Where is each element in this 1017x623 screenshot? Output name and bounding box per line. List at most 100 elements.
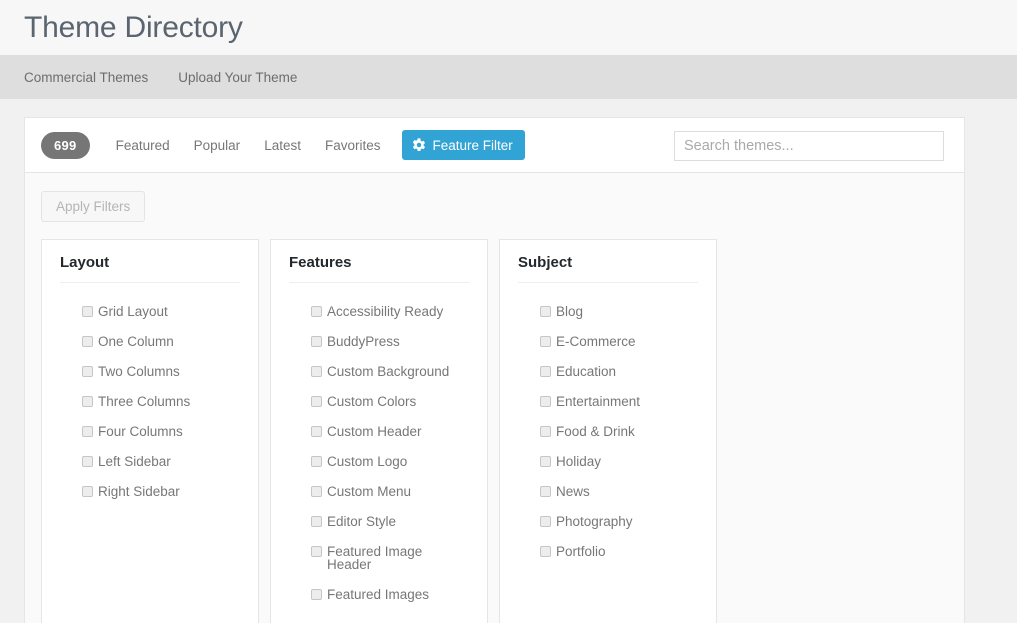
checkbox-one-column[interactable] bbox=[82, 336, 93, 347]
primary-navbar: Commercial Themes Upload Your Theme bbox=[0, 55, 1017, 99]
checkbox-news[interactable] bbox=[540, 486, 551, 497]
checkbox-featured-images[interactable] bbox=[311, 589, 322, 600]
filter-option[interactable]: Left Sidebar bbox=[82, 455, 240, 468]
checkbox-custom-colors[interactable] bbox=[311, 396, 322, 407]
theme-count-badge: 699 bbox=[41, 131, 90, 159]
filter-option-label: Photography bbox=[556, 514, 633, 529]
filter-option[interactable]: News bbox=[540, 485, 698, 498]
filter-option[interactable]: Custom Logo bbox=[311, 455, 469, 468]
filter-option[interactable]: Education bbox=[540, 365, 698, 378]
filter-option-label: Custom Logo bbox=[327, 454, 408, 469]
filter-option[interactable]: Editor Style bbox=[311, 515, 469, 528]
filter-option-label: Two Columns bbox=[98, 364, 180, 379]
filter-group-title: Layout bbox=[60, 254, 240, 283]
filter-option-label: E-Commerce bbox=[556, 334, 636, 349]
filter-option[interactable]: Featured Image Header bbox=[311, 545, 469, 571]
checkbox-grid-layout[interactable] bbox=[82, 306, 93, 317]
checkbox-custom-menu[interactable] bbox=[311, 486, 322, 497]
filter-option-label: One Column bbox=[98, 334, 174, 349]
checkbox-editor-style[interactable] bbox=[311, 516, 322, 527]
filter-group-title: Subject bbox=[518, 254, 698, 283]
filter-option-list: Blog E-Commerce Education Entertainment … bbox=[518, 305, 698, 558]
filter-option[interactable]: Custom Header bbox=[311, 425, 469, 438]
filter-option[interactable]: Portfolio bbox=[540, 545, 698, 558]
filter-option-label: Food & Drink bbox=[556, 424, 635, 439]
checkbox-custom-header[interactable] bbox=[311, 426, 322, 437]
filter-option-label: Grid Layout bbox=[98, 304, 168, 319]
search-form bbox=[674, 131, 944, 161]
filter-option[interactable]: Photography bbox=[540, 515, 698, 528]
filter-option[interactable]: Grid Layout bbox=[82, 305, 240, 318]
filter-option[interactable]: Featured Images bbox=[311, 588, 469, 601]
filter-option-list: Accessibility Ready BuddyPress Custom Ba… bbox=[289, 305, 469, 601]
filter-option-list: Grid Layout One Column Two Columns Three… bbox=[60, 305, 240, 498]
nav-link-commercial-themes[interactable]: Commercial Themes bbox=[24, 70, 148, 85]
filter-option[interactable]: Right Sidebar bbox=[82, 485, 240, 498]
filter-bar: 699 Featured Popular Latest Favorites Fe… bbox=[24, 117, 965, 173]
checkbox-education[interactable] bbox=[540, 366, 551, 377]
checkbox-e-commerce[interactable] bbox=[540, 336, 551, 347]
checkbox-buddypress[interactable] bbox=[311, 336, 322, 347]
filter-option-label: Accessibility Ready bbox=[327, 304, 444, 319]
checkbox-two-columns[interactable] bbox=[82, 366, 93, 377]
filter-option[interactable]: E-Commerce bbox=[540, 335, 698, 348]
checkbox-blog[interactable] bbox=[540, 306, 551, 317]
checkbox-accessibility-ready[interactable] bbox=[311, 306, 322, 317]
filter-option-label: Left Sidebar bbox=[98, 454, 171, 469]
filter-option[interactable]: Two Columns bbox=[82, 365, 240, 378]
filter-option-label: Right Sidebar bbox=[98, 484, 180, 499]
checkbox-portfolio[interactable] bbox=[540, 546, 551, 557]
checkbox-custom-background[interactable] bbox=[311, 366, 322, 377]
filter-option[interactable]: Blog bbox=[540, 305, 698, 318]
browse-link-favorites[interactable]: Favorites bbox=[313, 132, 393, 159]
checkbox-food-and-drink[interactable] bbox=[540, 426, 551, 437]
filter-group-features: Features Accessibility Ready BuddyPress … bbox=[270, 239, 488, 623]
filter-option-label: Custom Menu bbox=[327, 484, 412, 499]
checkbox-featured-image-header[interactable] bbox=[311, 546, 322, 557]
filter-group-layout: Layout Grid Layout One Column Two Column… bbox=[41, 239, 259, 623]
browse-link-popular[interactable]: Popular bbox=[182, 132, 253, 159]
filter-option-label: Custom Background bbox=[327, 364, 450, 379]
feature-filter-label: Feature Filter bbox=[432, 137, 513, 153]
filter-option[interactable]: BuddyPress bbox=[311, 335, 469, 348]
checkbox-holiday[interactable] bbox=[540, 456, 551, 467]
checkbox-four-columns[interactable] bbox=[82, 426, 93, 437]
filter-group-title: Features bbox=[289, 254, 469, 283]
checkbox-custom-logo[interactable] bbox=[311, 456, 322, 467]
filter-option[interactable]: Custom Menu bbox=[311, 485, 469, 498]
filter-groups: Layout Grid Layout One Column Two Column… bbox=[41, 239, 948, 623]
filter-option[interactable]: Three Columns bbox=[82, 395, 240, 408]
filter-option-label: Portfolio bbox=[556, 544, 606, 559]
checkbox-left-sidebar[interactable] bbox=[82, 456, 93, 467]
filter-option[interactable]: Entertainment bbox=[540, 395, 698, 408]
browse-link-featured[interactable]: Featured bbox=[104, 132, 182, 159]
filter-option[interactable]: One Column bbox=[82, 335, 240, 348]
checkbox-three-columns[interactable] bbox=[82, 396, 93, 407]
filter-option[interactable]: Accessibility Ready bbox=[311, 305, 469, 318]
nav-link-upload-your-theme[interactable]: Upload Your Theme bbox=[178, 70, 297, 85]
theme-browser: 699 Featured Popular Latest Favorites Fe… bbox=[24, 117, 965, 623]
filter-option[interactable]: Food & Drink bbox=[540, 425, 698, 438]
filter-option[interactable]: Four Columns bbox=[82, 425, 240, 438]
filter-option-label: Three Columns bbox=[98, 394, 191, 409]
feature-filter-button[interactable]: Feature Filter bbox=[401, 130, 525, 160]
filter-option-label: Four Columns bbox=[98, 424, 183, 439]
site-masthead: Theme Directory bbox=[0, 0, 1017, 55]
filter-option-label: Featured Images bbox=[327, 587, 430, 602]
search-input[interactable] bbox=[674, 131, 944, 161]
checkbox-right-sidebar[interactable] bbox=[82, 486, 93, 497]
filter-option-label: Custom Colors bbox=[327, 394, 417, 409]
filter-option[interactable]: Holiday bbox=[540, 455, 698, 468]
filter-option[interactable]: Custom Background bbox=[311, 365, 469, 378]
filter-option-label: News bbox=[556, 484, 590, 499]
filter-option[interactable]: Custom Colors bbox=[311, 395, 469, 408]
filter-option-label: Education bbox=[556, 364, 617, 379]
browse-link-latest[interactable]: Latest bbox=[252, 132, 313, 159]
filter-option-label: Custom Header bbox=[327, 424, 422, 439]
checkbox-entertainment[interactable] bbox=[540, 396, 551, 407]
checkbox-photography[interactable] bbox=[540, 516, 551, 527]
filter-option-label: Entertainment bbox=[556, 394, 641, 409]
apply-filters-button[interactable]: Apply Filters bbox=[41, 191, 146, 222]
page-title: Theme Directory bbox=[24, 10, 243, 44]
content-area: 699 Featured Popular Latest Favorites Fe… bbox=[0, 99, 1017, 623]
